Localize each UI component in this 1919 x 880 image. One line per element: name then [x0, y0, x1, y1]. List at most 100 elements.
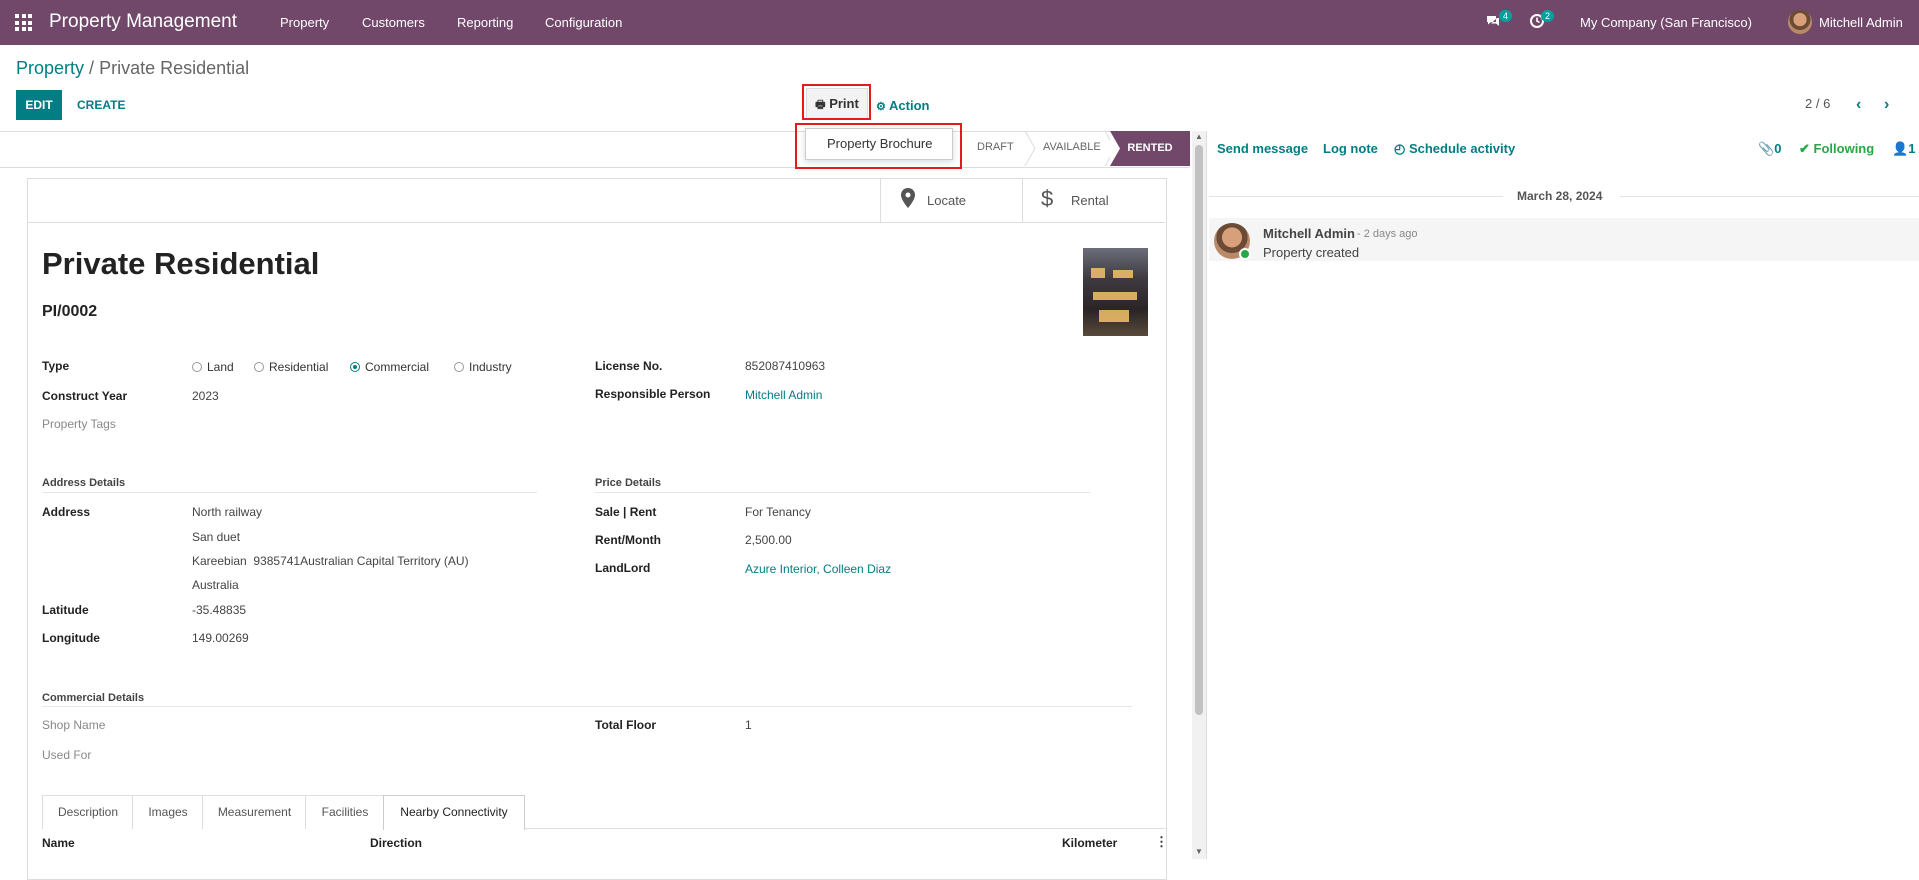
type-option-commercial[interactable]: Commercial [350, 360, 429, 374]
menu-customers[interactable]: Customers [362, 15, 425, 30]
address-section-title: Address Details [42, 477, 126, 489]
responsible-value[interactable]: Mitchell Admin [745, 388, 822, 402]
log-note-button[interactable]: Log note [1323, 141, 1378, 156]
app-title[interactable]: Property Management [49, 11, 237, 33]
column-direction[interactable]: Direction [370, 836, 422, 850]
scroll-up-icon[interactable]: ▲ [1195, 132, 1203, 141]
used-for-label: Used For [42, 748, 92, 762]
type-option-land[interactable]: Land [192, 360, 234, 374]
send-message-button[interactable]: Send message [1217, 141, 1308, 156]
form-sheet [27, 178, 1167, 880]
license-label: License No. [595, 359, 663, 373]
type-option-residential[interactable]: Residential [254, 360, 328, 374]
form-scrollbar[interactable] [1192, 131, 1206, 859]
user-menu[interactable]: Mitchell Admin [1819, 15, 1903, 30]
edit-button[interactable]: EDIT [16, 90, 62, 120]
license-value[interactable]: 852087410963 [745, 359, 825, 373]
date-separator: March 28, 2024 [1517, 189, 1603, 203]
pager-next-icon[interactable]: › [1884, 96, 1889, 114]
check-icon: ✔ [1799, 141, 1810, 156]
followers-button[interactable]: 👤1 [1892, 141, 1915, 157]
total-floor-label: Total Floor [595, 718, 657, 732]
tab-description[interactable]: Description [42, 795, 134, 829]
column-name[interactable]: Name [42, 836, 75, 850]
stage-rented[interactable]: RENTED [1110, 131, 1190, 166]
price-section-title: Price Details [595, 477, 662, 489]
total-floor-value[interactable]: 1 [745, 718, 752, 732]
rent-month-label: Rent/Month [595, 533, 661, 547]
rent-month-value[interactable]: 2,500.00 [745, 533, 792, 547]
user-icon: 👤 [1892, 141, 1909, 156]
type-label: Type [42, 359, 70, 373]
construct-year-value[interactable]: 2023 [192, 389, 219, 403]
sale-rent-value[interactable]: For Tenancy [745, 505, 811, 519]
action-button[interactable]: ⚙ Action [876, 98, 929, 113]
apps-grid-icon[interactable] [15, 14, 32, 31]
create-button[interactable]: CREATE [77, 98, 125, 112]
rental-button[interactable]: $ Rental [1022, 178, 1165, 222]
scrollbar-thumb[interactable] [1195, 145, 1203, 715]
online-status-icon [1239, 248, 1251, 260]
breadcrumb-separator: / [89, 58, 95, 78]
commercial-section-title: Commercial Details [42, 692, 145, 704]
company-switcher[interactable]: My Company (San Francisco) [1580, 15, 1752, 30]
optional-columns-icon[interactable]: ⋮ [1155, 834, 1168, 850]
sale-rent-label: Sale | Rent [595, 505, 657, 519]
landlord-label: LandLord [595, 561, 651, 575]
address-line2[interactable]: San duet [192, 530, 240, 544]
latitude-label: Latitude [42, 603, 89, 617]
address-line3[interactable]: Kareebian 9385741Australian Capital Terr… [192, 554, 469, 568]
record-reference: PI/0002 [42, 303, 98, 320]
record-title[interactable]: Private Residential [42, 246, 319, 282]
commercial-separator [42, 706, 1132, 707]
breadcrumb-current: Private Residential [99, 58, 250, 78]
message-time: - 2 days ago [1357, 228, 1418, 240]
pager-previous-icon[interactable]: ‹ [1856, 96, 1861, 114]
address-line4[interactable]: Australia [192, 578, 239, 592]
date-separator-right [1620, 196, 1919, 197]
column-kilometer[interactable]: Kilometer [1062, 836, 1117, 850]
following-button[interactable]: ✔ Following [1799, 141, 1874, 157]
stage-draft[interactable]: DRAFT [977, 141, 1014, 153]
pager-value[interactable]: 2 / 6 [1805, 96, 1830, 111]
clock-icon: ◴ [1394, 141, 1406, 156]
date-separator-left [1209, 196, 1503, 197]
property-image[interactable] [1083, 248, 1148, 336]
tab-images[interactable]: Images [132, 795, 204, 829]
dollar-icon: $ [1041, 186, 1054, 211]
rental-label: Rental [1071, 193, 1109, 208]
construct-year-label: Construct Year [42, 389, 128, 403]
highlight-property-brochure [795, 123, 962, 169]
paperclip-icon: 📎 [1758, 141, 1775, 156]
menu-reporting[interactable]: Reporting [457, 15, 513, 30]
responsible-label: Responsible Person [595, 387, 711, 401]
locate-label: Locate [927, 193, 967, 208]
shop-name-label: Shop Name [42, 718, 106, 732]
landlord-value[interactable]: Azure Interior, Colleen Diaz [745, 562, 891, 576]
stage-rented-notch [1110, 131, 1120, 166]
message-body: Property created [1263, 245, 1360, 260]
latitude-value[interactable]: -35.48835 [192, 603, 246, 617]
menu-property[interactable]: Property [280, 15, 329, 30]
address-line1[interactable]: North railway [192, 505, 262, 519]
action-label: Action [889, 98, 930, 113]
type-option-industry[interactable]: Industry [454, 360, 512, 374]
longitude-value[interactable]: 149.00269 [192, 631, 249, 645]
stage-available[interactable]: AVAILABLE [1043, 141, 1101, 153]
breadcrumb-parent[interactable]: Property [16, 58, 84, 78]
schedule-activity-button[interactable]: ◴ Schedule activity [1394, 141, 1515, 157]
tab-measurement[interactable]: Measurement [202, 795, 307, 829]
activities-count-badge: 2 [1541, 10, 1555, 22]
locate-button[interactable]: Locate [880, 178, 1023, 222]
tab-facilities[interactable]: Facilities [305, 795, 385, 829]
property-tags-label: Property Tags [42, 417, 116, 431]
user-avatar[interactable] [1788, 10, 1812, 34]
scroll-down-icon[interactable]: ▼ [1195, 847, 1203, 856]
address-separator [42, 492, 537, 493]
tab-nearby-connectivity[interactable]: Nearby Connectivity [383, 795, 525, 830]
message-author[interactable]: Mitchell Admin [1263, 226, 1355, 241]
menu-configuration[interactable]: Configuration [545, 15, 622, 30]
price-separator [595, 492, 1090, 493]
attachments-button[interactable]: 📎0 [1758, 141, 1781, 157]
gear-icon: ⚙ [876, 101, 886, 113]
